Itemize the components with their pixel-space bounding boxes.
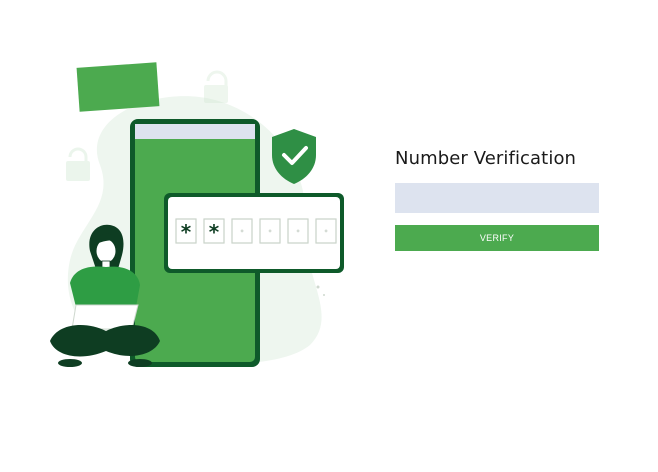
verification-panel: Number Verification VERIFY xyxy=(395,148,599,251)
otp-digit: • xyxy=(295,227,300,236)
otp-digit: • xyxy=(239,227,244,236)
page-title: Number Verification xyxy=(395,148,577,169)
verification-page: * * • • • • Number Verification VERIFY xyxy=(0,0,658,472)
floating-card xyxy=(76,62,160,112)
otp-digit: * xyxy=(181,220,192,244)
otp-digit: • xyxy=(267,227,272,236)
verify-button[interactable]: VERIFY xyxy=(395,225,599,251)
padlock-icon xyxy=(204,70,228,103)
verification-illustration: * * • • • • xyxy=(40,55,360,375)
otp-digit: • xyxy=(323,227,328,236)
padlock-icon xyxy=(66,147,90,181)
verification-code-input[interactable] xyxy=(395,183,599,213)
otp-digit: * xyxy=(209,220,220,244)
